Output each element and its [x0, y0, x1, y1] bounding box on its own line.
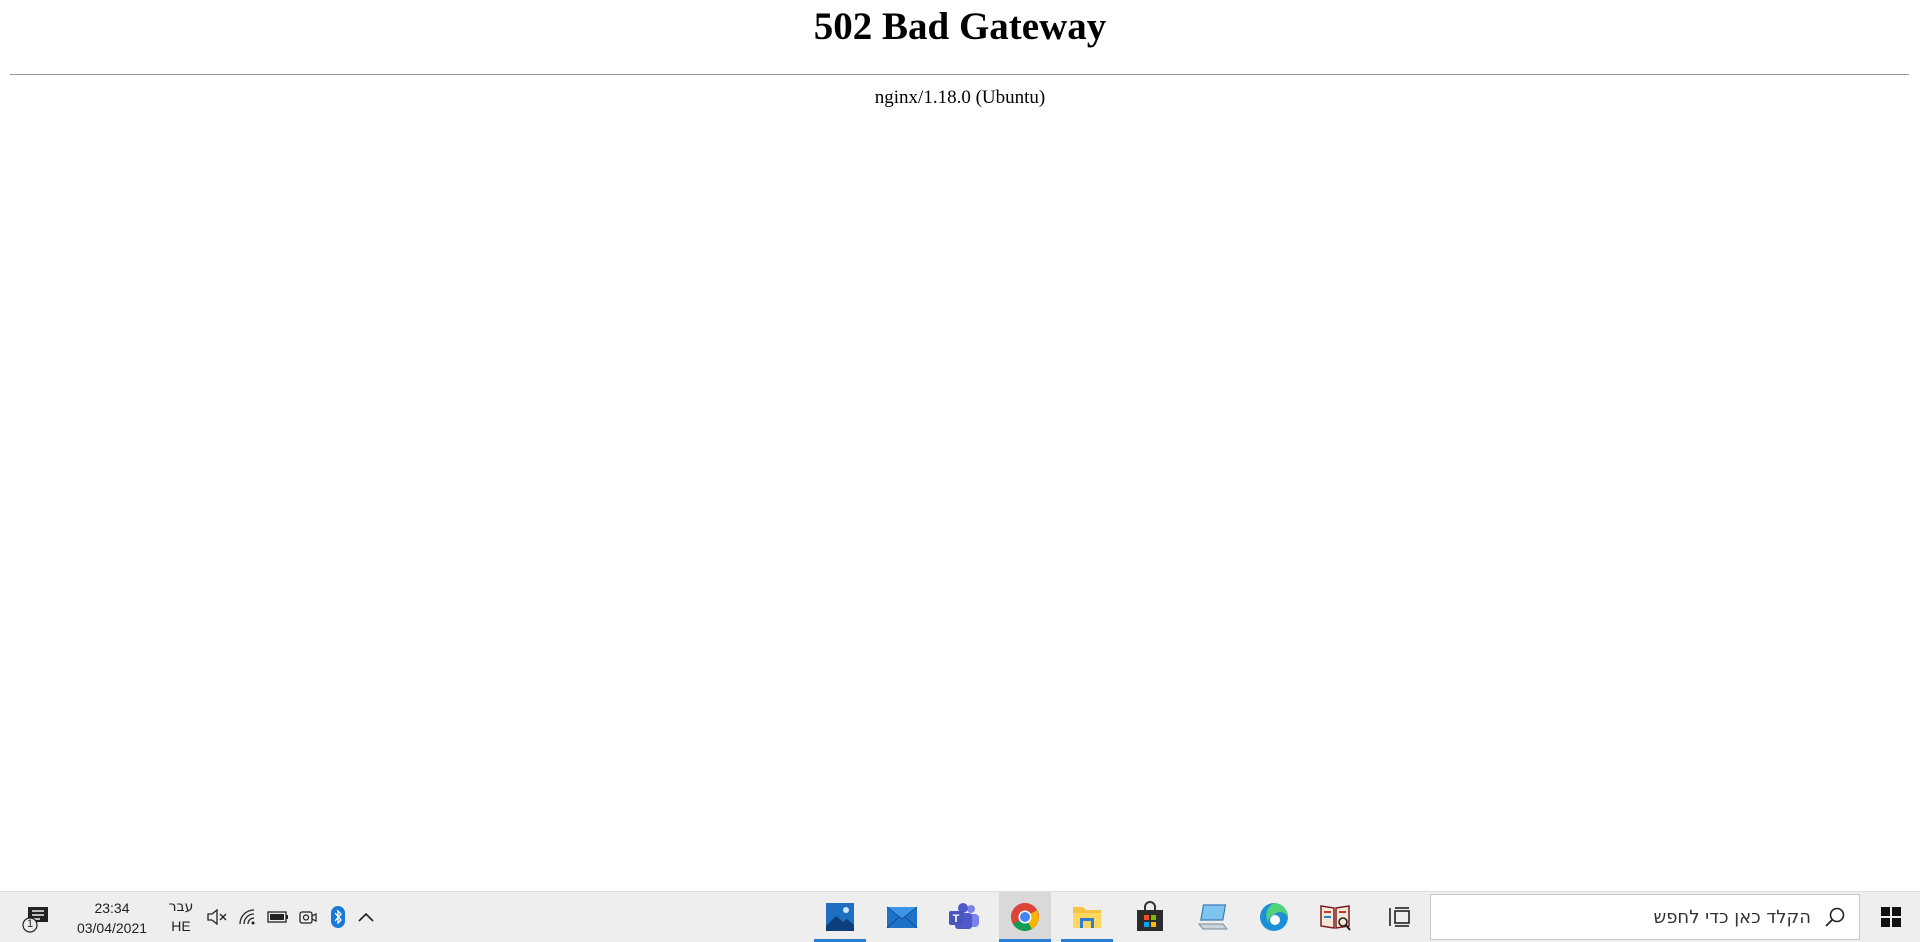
chrome-icon	[1011, 903, 1039, 931]
task-view-icon	[1389, 907, 1410, 927]
edge-app[interactable]	[1248, 892, 1300, 942]
camera-tray[interactable]	[297, 906, 319, 928]
language-code: HE	[171, 918, 191, 934]
search-placeholder: הקלד כאן כדי לחפש	[1653, 907, 1811, 928]
teams-app[interactable]: T	[938, 892, 990, 942]
chevron-up-icon	[358, 912, 374, 922]
camera-icon	[299, 911, 317, 924]
show-hidden-icons-button[interactable]	[355, 906, 377, 928]
this-pc-app[interactable]	[1187, 892, 1239, 942]
edge-icon	[1260, 903, 1288, 931]
reader-app[interactable]	[1309, 892, 1361, 942]
bluetooth-tray[interactable]	[327, 906, 349, 928]
battery-tray[interactable]	[267, 906, 289, 928]
search-icon	[1825, 907, 1845, 927]
folder-icon	[1073, 907, 1101, 928]
notification-count: 1	[26, 918, 34, 930]
input-language[interactable]: עבר HE	[166, 898, 196, 936]
windows-logo-icon	[1881, 907, 1901, 927]
clock-date: 03/04/2021	[76, 920, 148, 936]
file-explorer-app[interactable]	[1061, 892, 1113, 942]
clock[interactable]: 23:34 03/04/2021	[70, 898, 154, 938]
photos-icon	[826, 903, 854, 931]
store-app[interactable]	[1124, 892, 1176, 942]
task-view-button[interactable]	[1384, 901, 1416, 933]
network-tray[interactable]	[237, 906, 259, 928]
page-title: 502 Bad Gateway	[813, 5, 1107, 48]
language-name: עבר	[168, 899, 194, 915]
wifi-icon	[239, 909, 255, 925]
computer-icon	[1197, 904, 1229, 930]
clock-time: 23:34	[94, 900, 130, 916]
teams-icon: T	[949, 903, 979, 929]
taskbar: הקלד כאן כדי לחפש T עבר HE 23:34 03/04/2…	[0, 891, 1920, 942]
store-icon	[1137, 901, 1163, 931]
error-page: 502 Bad Gateway nginx/1.18.0 (Ubuntu)	[0, 0, 1920, 891]
divider	[10, 74, 1909, 75]
svg-text:T: T	[953, 913, 960, 925]
volume-muted-icon	[207, 908, 227, 926]
battery-icon	[267, 911, 288, 923]
bluetooth-icon	[331, 906, 345, 928]
mail-icon	[886, 906, 918, 929]
book-icon	[1320, 905, 1351, 931]
start-button[interactable]	[1862, 892, 1920, 942]
server-signature: nginx/1.18.0 (Ubuntu)	[874, 87, 1046, 108]
volume-tray[interactable]	[206, 906, 228, 928]
chrome-app[interactable]	[999, 892, 1051, 942]
notification-center-button[interactable]: 1	[20, 901, 54, 935]
mail-app[interactable]	[876, 892, 928, 942]
photos-app[interactable]	[814, 892, 866, 942]
search-box[interactable]: הקלד כאן כדי לחפש	[1430, 894, 1860, 940]
